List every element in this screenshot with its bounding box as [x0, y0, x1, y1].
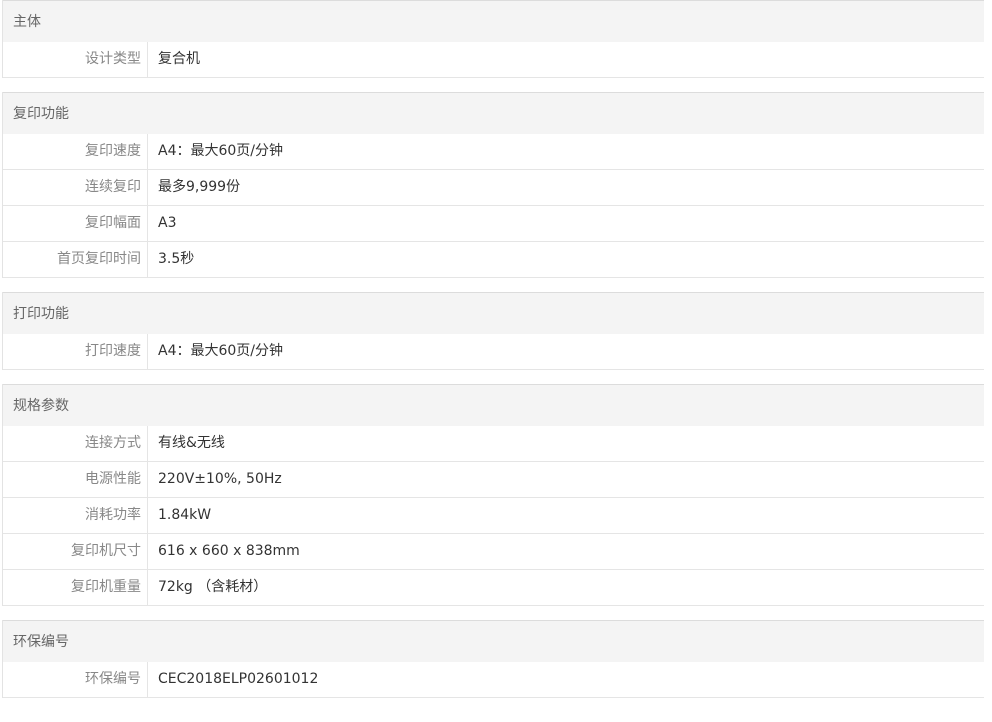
spec-label: 复印幅面 [3, 206, 148, 241]
spec-row: 复印机重量 72kg （含耗材） [3, 570, 984, 606]
spec-row: 连续复印 最多9,999份 [3, 170, 984, 206]
section-print: 打印功能 打印速度 A4：最大60页/分钟 [2, 292, 984, 370]
spec-label: 连接方式 [3, 426, 148, 461]
spec-label: 复印机重量 [3, 570, 148, 605]
spec-row: 设计类型 复合机 [3, 42, 984, 78]
spec-label: 复印速度 [3, 134, 148, 169]
spec-value: 3.5秒 [158, 251, 195, 267]
spec-value: 有线&无线 [158, 435, 225, 451]
spec-row: 复印机尺寸 616 x 660 x 838mm [3, 534, 984, 570]
spec-label: 连续复印 [3, 170, 148, 205]
spec-table: 主体 设计类型 复合机 复印功能 复印速度 A4：最大60页/分钟 连续复印 最… [2, 0, 984, 712]
spec-label: 电源性能 [3, 462, 148, 497]
spec-label: 设计类型 [3, 42, 148, 77]
spec-value: A4：最大60页/分钟 [158, 343, 284, 359]
section-eco: 环保编号 环保编号 CEC2018ELP02601012 [2, 620, 984, 698]
spec-value: 72kg （含耗材） [158, 579, 268, 595]
spec-value: A4：最大60页/分钟 [158, 143, 284, 159]
spec-row: 首页复印时间 3.5秒 [3, 242, 984, 278]
spec-value: 复合机 [158, 51, 200, 67]
spec-value: 616 x 660 x 838mm [158, 543, 300, 559]
spec-row: 电源性能 220V±10%, 50Hz [3, 462, 984, 498]
spec-value: 最多9,999份 [158, 179, 241, 195]
section-title: 主体 [3, 0, 984, 42]
spec-value: 1.84kW [158, 507, 212, 523]
spec-value: 220V±10%, 50Hz [158, 471, 282, 487]
spec-row: 复印速度 A4：最大60页/分钟 [3, 134, 984, 170]
section-title: 环保编号 [3, 620, 984, 662]
spec-value: CEC2018ELP02601012 [158, 671, 319, 687]
spec-row: 打印速度 A4：最大60页/分钟 [3, 334, 984, 370]
spec-label: 复印机尺寸 [3, 534, 148, 569]
section-title: 规格参数 [3, 384, 984, 426]
spec-row: 复印幅面 A3 [3, 206, 984, 242]
section-copy: 复印功能 复印速度 A4：最大60页/分钟 连续复印 最多9,999份 复印幅面… [2, 92, 984, 278]
section-specs: 规格参数 连接方式 有线&无线 电源性能 220V±10%, 50Hz 消耗功率… [2, 384, 984, 606]
spec-row: 环保编号 CEC2018ELP02601012 [3, 662, 984, 698]
spec-row: 连接方式 有线&无线 [3, 426, 984, 462]
spec-label: 首页复印时间 [3, 242, 148, 277]
section-title: 打印功能 [3, 292, 984, 334]
spec-label: 打印速度 [3, 334, 148, 369]
section-title: 复印功能 [3, 92, 984, 134]
spec-value: A3 [158, 215, 177, 231]
spec-row: 消耗功率 1.84kW [3, 498, 984, 534]
spec-label: 消耗功率 [3, 498, 148, 533]
section-main: 主体 设计类型 复合机 [2, 0, 984, 78]
spec-label: 环保编号 [3, 662, 148, 697]
